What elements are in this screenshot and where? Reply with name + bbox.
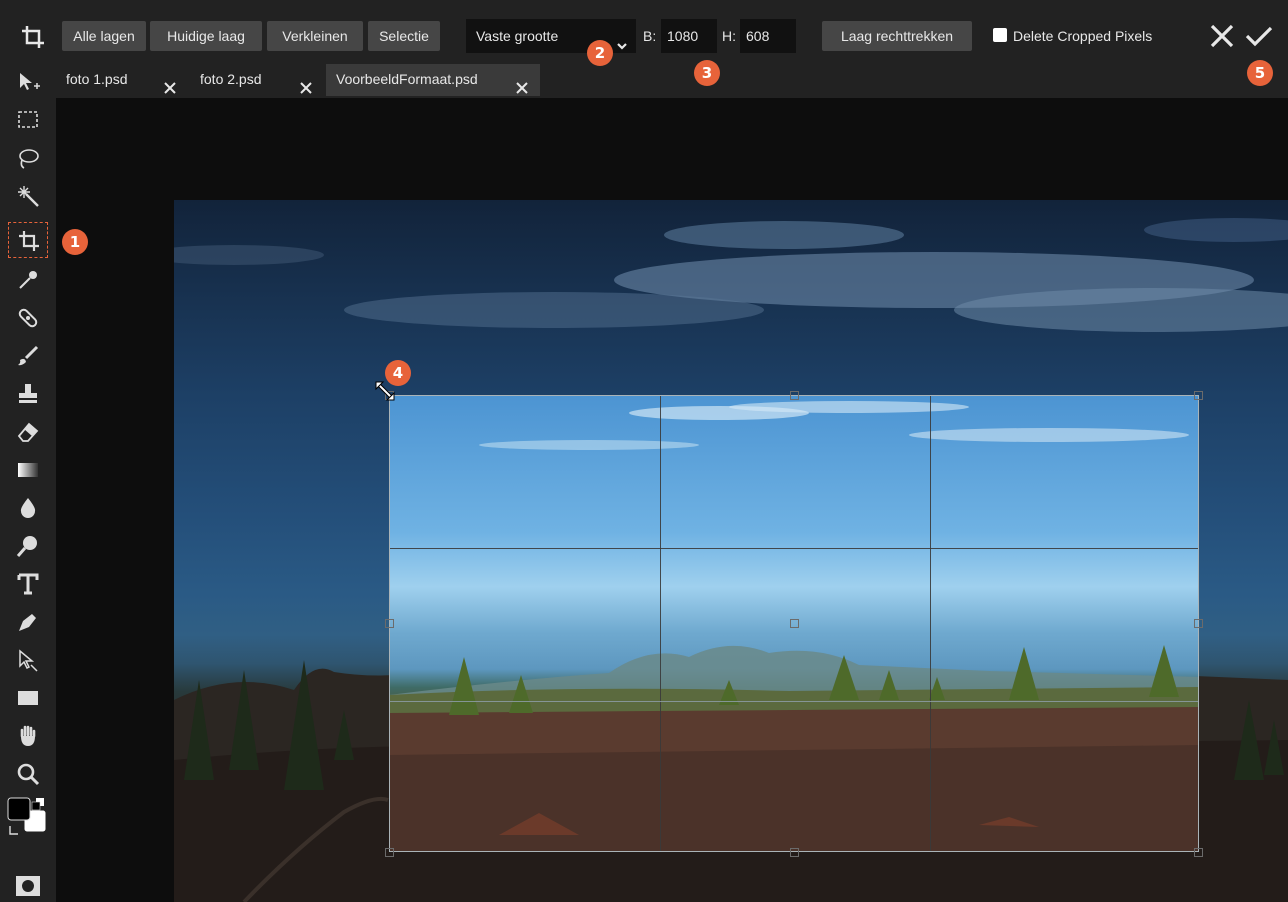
bandage-icon	[18, 308, 38, 328]
brush-icon	[18, 345, 39, 366]
gradient-tool[interactable]	[10, 452, 46, 488]
magic-wand-tool[interactable]	[10, 178, 46, 214]
healing-tool[interactable]	[10, 300, 46, 336]
tab-label: foto 2.psd	[200, 71, 262, 87]
close-icon[interactable]	[516, 74, 528, 94]
delete-cropped-label: Delete Cropped Pixels	[1013, 28, 1153, 44]
callout-badge: 2	[587, 40, 613, 66]
marquee-icon	[18, 111, 38, 128]
tab-foto-1[interactable]: foto 1.psd	[56, 64, 188, 98]
callout-badge: 4	[385, 360, 411, 386]
eyedropper-tool[interactable]	[10, 262, 46, 298]
tools-panel	[0, 64, 56, 902]
stamp-icon	[19, 384, 37, 403]
close-icon[interactable]	[164, 74, 176, 94]
hand-tool[interactable]	[10, 718, 46, 754]
crop-handle-right[interactable]	[1194, 619, 1203, 628]
selection-button[interactable]: Selectie	[368, 21, 440, 51]
crop-handle-bottom-left[interactable]	[385, 848, 394, 857]
crop-mode-value: Vaste grootte	[476, 28, 559, 44]
blur-tool[interactable]	[10, 490, 46, 526]
straighten-layer-button[interactable]: Laag rechttrekken	[822, 21, 972, 51]
move-icon	[20, 73, 40, 90]
tab-foto-2[interactable]: foto 2.psd	[190, 64, 324, 98]
dodge-tool[interactable]	[10, 528, 46, 564]
crop-handle-left[interactable]	[385, 619, 394, 628]
confirm-check-icon[interactable]	[1244, 22, 1274, 50]
close-icon[interactable]	[300, 74, 312, 94]
current-layer-button[interactable]: Huidige laag	[150, 21, 262, 51]
eraser-tool[interactable]	[10, 414, 46, 450]
gradient-icon	[18, 463, 38, 477]
crop-handle-bottom[interactable]	[790, 848, 799, 857]
swatch-icon	[7, 797, 47, 835]
tab-voorbeeldformaat[interactable]: VoorbeeldFormaat.psd	[326, 64, 540, 96]
crop-tool[interactable]	[8, 222, 48, 258]
type-icon	[17, 573, 39, 595]
crop-handle-bottom-right[interactable]	[1194, 848, 1203, 857]
lasso-icon	[19, 149, 39, 169]
tab-label: VoorbeeldFormaat.psd	[336, 71, 478, 87]
options-bar: Alle lagen Huidige laag Verkleinen Selec…	[0, 0, 1288, 64]
pen-tool[interactable]	[10, 604, 46, 640]
brush-tool[interactable]	[10, 338, 46, 374]
move-tool[interactable]	[10, 64, 46, 100]
crop-icon	[19, 231, 39, 251]
chevron-down-icon	[616, 30, 628, 50]
quick-mask-tool[interactable]	[10, 874, 46, 900]
lasso-tool[interactable]	[10, 140, 46, 176]
shrink-button[interactable]: Verkleinen	[267, 21, 363, 51]
crop-handle-center[interactable]	[790, 619, 799, 628]
type-tool[interactable]	[10, 566, 46, 602]
height-input[interactable]: 608	[740, 19, 796, 53]
drop-icon	[20, 498, 36, 518]
delete-cropped-checkbox[interactable]	[993, 28, 1007, 42]
stamp-tool[interactable]	[10, 376, 46, 412]
magnifier-icon	[17, 763, 40, 786]
crop-icon	[20, 24, 46, 50]
document-tabs: foto 1.psd foto 2.psd VoorbeeldFormaat.p…	[56, 64, 1288, 98]
zoom-tool[interactable]	[10, 756, 46, 792]
canvas-area[interactable]	[56, 98, 1288, 902]
magic-wand-icon	[18, 186, 39, 207]
eyedropper-icon	[19, 271, 37, 289]
callout-badge: 3	[694, 60, 720, 86]
grid-line	[390, 548, 1198, 549]
rectangle-icon	[18, 691, 38, 705]
document-photo	[174, 200, 1288, 902]
eraser-icon	[17, 422, 39, 442]
cancel-icon[interactable]	[1208, 22, 1236, 50]
shape-tool[interactable]	[10, 680, 46, 716]
height-label: H:	[722, 28, 736, 44]
path-select-tool[interactable]	[10, 642, 46, 678]
marquee-tool[interactable]	[10, 102, 46, 138]
color-swatches[interactable]	[7, 796, 47, 844]
hand-icon	[20, 725, 36, 746]
grid-line	[660, 396, 661, 851]
mask-icon	[16, 876, 40, 896]
grid-line	[930, 396, 931, 851]
width-input[interactable]: 1080	[661, 19, 717, 53]
dodge-icon	[16, 536, 37, 557]
grid-line	[390, 701, 1198, 702]
tab-label: foto 1.psd	[66, 71, 128, 87]
width-label: B:	[643, 28, 657, 44]
all-layers-button[interactable]: Alle lagen	[62, 21, 146, 51]
path-select-icon	[19, 649, 38, 672]
callout-badge: 5	[1247, 60, 1273, 86]
crop-handle-top-right[interactable]	[1194, 391, 1203, 400]
pen-icon	[19, 614, 36, 631]
callout-badge: 1	[62, 229, 88, 255]
crop-handle-top[interactable]	[790, 391, 799, 400]
